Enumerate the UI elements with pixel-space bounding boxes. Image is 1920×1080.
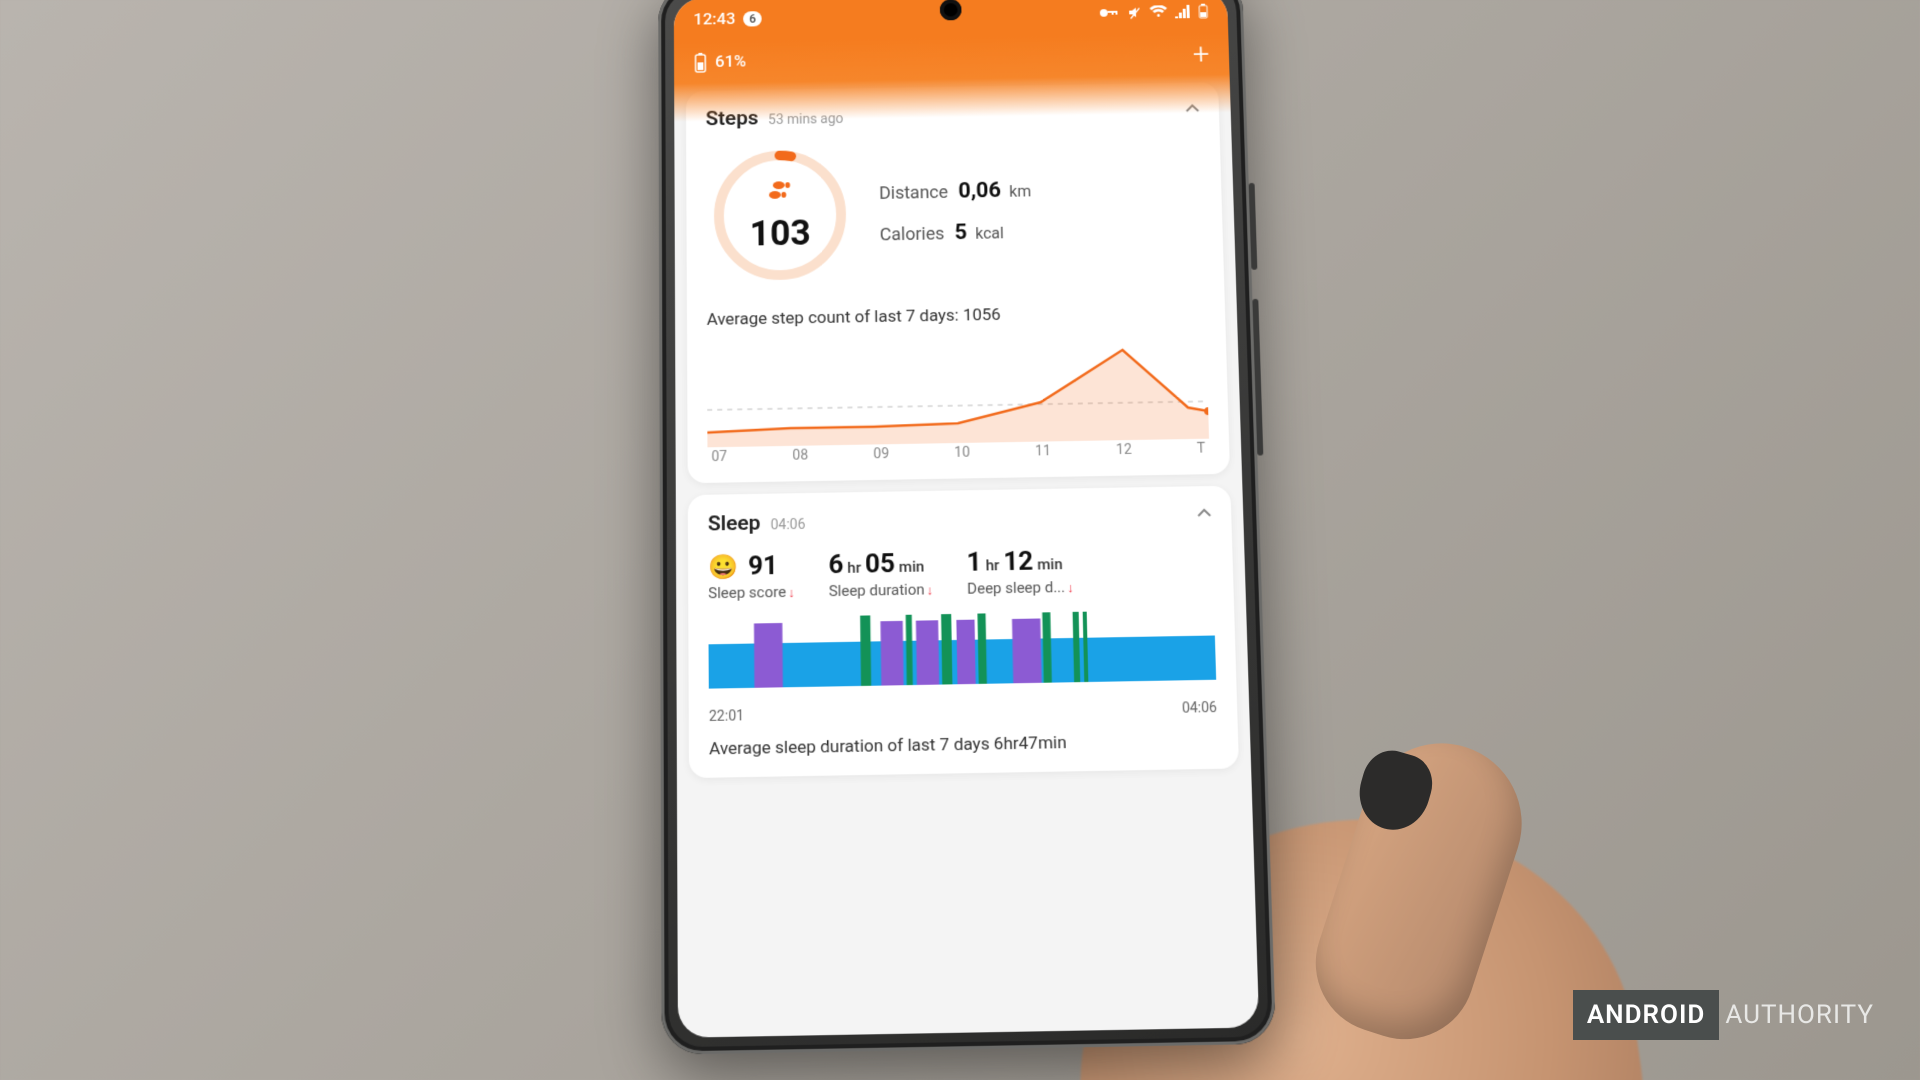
steps-card[interactable]: Steps 53 mins ago 103 [686,82,1230,483]
sleep-stages-chart: 22:01 04:06 [708,609,1217,725]
status-time: 12:43 [693,10,735,30]
steps-avg-text: Average step count of last 7 days: 1056 [707,302,1206,330]
trend-down-icon: ↓ [788,586,795,601]
collapse-steps-icon[interactable] [1183,100,1201,121]
footsteps-icon [768,177,792,207]
battery-icon [1198,4,1208,19]
sleep-start: 22:01 [709,708,744,725]
sleep-time: 04:06 [770,517,805,533]
sleep-card[interactable]: Sleep 04:06 😀91 Sleep score↓ 6hr 05min S… [688,486,1239,778]
collapse-sleep-icon[interactable] [1195,504,1214,526]
signal-icon [1175,5,1191,18]
watermark: ANDROID AUTHORITY [1573,990,1880,1040]
steps-title: Steps [706,107,759,131]
sleep-duration: 6hr 05min Sleep duration↓ [828,548,933,600]
trend-down-icon: ↓ [1067,581,1074,596]
notification-badge: 6 [743,11,762,26]
steps-weekly-chart [707,331,1209,447]
sleep-end: 04:06 [1182,700,1218,717]
phone-frame: 12:43 6 [658,0,1276,1055]
sleep-score: 😀91 Sleep score↓ [708,551,795,602]
step-count: 103 [749,212,810,254]
add-button[interactable]: + [1192,37,1210,70]
device-battery-icon [694,52,708,73]
sleep-title: Sleep [708,512,761,537]
sleep-avg-text: Average sleep duration of last 7 days 6h… [709,730,1218,759]
vpn-icon [1099,6,1119,20]
calories-metric: Calories 5 kcal [880,219,1033,246]
steps-ring: 103 [706,142,855,289]
steps-updated: 53 mins ago [768,111,843,128]
smiley-icon: 😀 [708,553,738,581]
distance-metric: Distance 0,06 km [879,178,1031,205]
deep-sleep-duration: 1hr 12min Deep sleep d...↓ [966,546,1073,598]
device-battery-pct: 61% [715,52,746,72]
trend-down-icon: ↓ [927,583,934,598]
screen: 12:43 6 [674,0,1259,1038]
wifi-icon [1149,5,1167,19]
mute-icon [1126,5,1142,20]
